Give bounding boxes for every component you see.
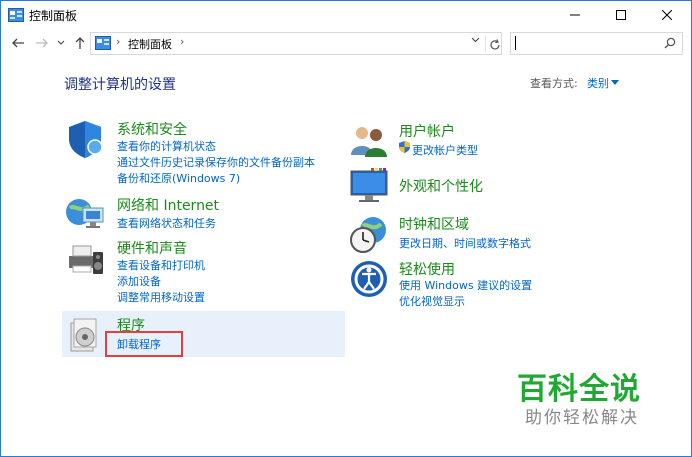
minimize-button[interactable] — [552, 1, 598, 29]
link-backup-restore[interactable]: 备份和还原(Windows 7) — [117, 170, 240, 186]
window-title: 控制面板 — [29, 9, 78, 23]
ease-of-access-title[interactable]: 轻松使用 — [399, 259, 455, 279]
system-security-title[interactable]: 系统和安全 — [117, 119, 187, 139]
link-change-account-type[interactable]: 更改帐户类型 — [412, 142, 478, 158]
address-dropdown-icon[interactable] — [471, 37, 480, 43]
view-by-dropdown-icon[interactable] — [611, 80, 619, 85]
control-panel-window: 控制面板 › 控制面板 › 调整计算机的设置 查看方式: 类别 系统和安全 查看… — [0, 0, 692, 457]
breadcrumb-control-panel[interactable]: 控制面板 — [128, 36, 172, 52]
programs-disc-icon[interactable] — [65, 315, 105, 355]
search-icon[interactable] — [664, 37, 676, 49]
ease-of-access-icon[interactable] — [349, 259, 389, 299]
link-file-history-backup[interactable]: 通过文件历史记录保存你的文件备份副本 — [117, 154, 315, 170]
back-arrow-icon — [12, 38, 24, 48]
link-change-date-time-format[interactable]: 更改日期、时间或数字格式 — [399, 235, 531, 251]
back-button[interactable] — [9, 34, 27, 52]
minimize-icon — [570, 14, 580, 16]
maximize-icon — [616, 10, 626, 20]
maximize-button[interactable] — [598, 1, 644, 29]
link-mobility-settings[interactable]: 调整常用移动设置 — [117, 289, 205, 305]
page-heading: 调整计算机的设置 — [64, 77, 176, 93]
forward-button[interactable] — [33, 34, 51, 52]
search-input[interactable] — [511, 33, 673, 52]
user-accounts-title[interactable]: 用户帐户 — [399, 121, 455, 141]
users-icon[interactable] — [349, 121, 389, 161]
up-arrow-icon — [75, 37, 85, 49]
close-button[interactable] — [644, 1, 690, 29]
link-windows-recommended-settings[interactable]: 使用 Windows 建议的设置 — [399, 277, 532, 293]
text-caret — [515, 36, 516, 50]
title-bar: 控制面板 — [1, 1, 691, 29]
link-optimize-visual-display[interactable]: 优化视觉显示 — [399, 293, 465, 309]
link-add-device[interactable]: 添加设备 — [117, 273, 161, 289]
forward-arrow-icon — [36, 38, 48, 48]
close-icon — [662, 10, 672, 20]
refresh-button[interactable] — [485, 36, 503, 51]
breadcrumb-separator[interactable]: › — [116, 35, 120, 48]
clock-globe-icon[interactable] — [349, 214, 389, 254]
annotation-highlight-box — [105, 331, 183, 357]
search-field[interactable] — [510, 32, 683, 55]
view-by-label: 查看方式: — [530, 77, 578, 90]
watermark-title: 百科全说 — [517, 372, 641, 407]
up-button[interactable] — [71, 34, 89, 52]
hardware-sound-title[interactable]: 硬件和声音 — [117, 238, 187, 258]
link-view-network-status[interactable]: 查看网络状态和任务 — [117, 215, 216, 231]
chevron-down-icon — [57, 40, 65, 45]
refresh-icon — [490, 39, 500, 50]
uac-shield-icon — [399, 141, 410, 153]
shield-icon[interactable] — [65, 119, 105, 159]
network-internet-title[interactable]: 网络和 Internet — [117, 195, 219, 215]
recent-locations-button[interactable] — [55, 34, 67, 52]
appearance-monitor-icon[interactable] — [349, 165, 389, 205]
control-panel-icon — [8, 8, 24, 22]
breadcrumb-separator-end[interactable]: › — [180, 35, 184, 48]
printer-icon[interactable] — [65, 238, 105, 278]
control-panel-location-icon — [95, 36, 111, 50]
navigation-bar: › 控制面板 › — [1, 29, 691, 57]
link-view-computer-status[interactable]: 查看你的计算机状态 — [117, 138, 216, 154]
view-by-select[interactable]: 类别 — [587, 75, 609, 91]
appearance-title[interactable]: 外观和个性化 — [399, 176, 483, 196]
clock-region-title[interactable]: 时钟和区域 — [399, 214, 469, 234]
link-devices-printers[interactable]: 查看设备和打印机 — [117, 257, 205, 273]
watermark-subtitle: 助你轻松解决 — [525, 408, 639, 428]
network-globe-icon[interactable] — [65, 194, 105, 234]
address-bar[interactable]: › 控制面板 › — [90, 32, 502, 55]
